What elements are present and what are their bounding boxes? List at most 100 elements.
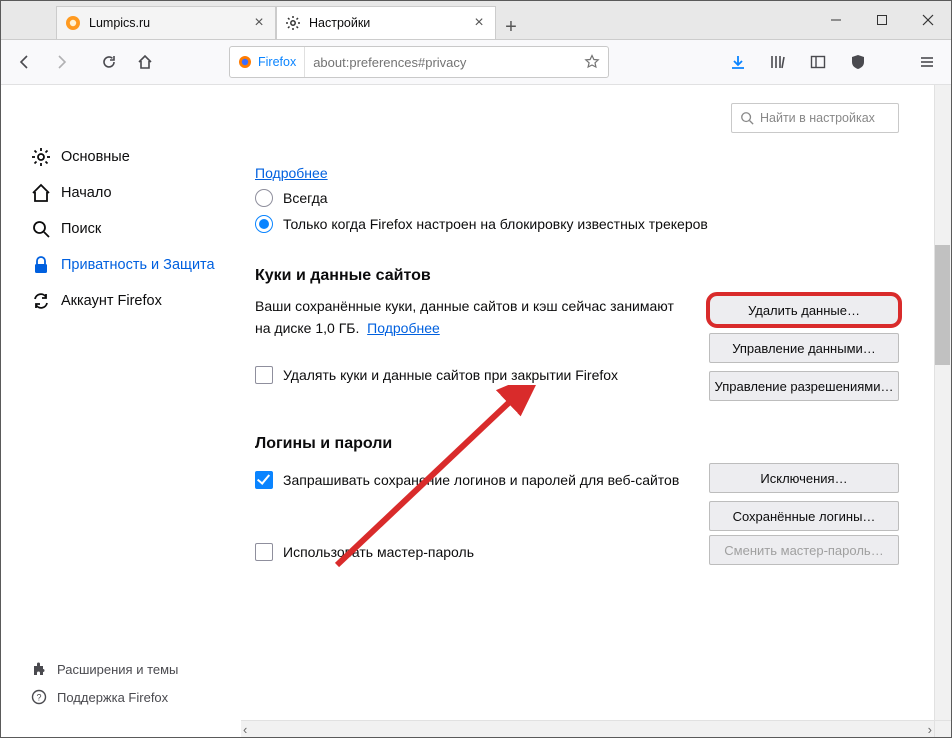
logins-section-title: Логины и пароли (255, 435, 899, 453)
lumpics-favicon-icon (65, 15, 81, 31)
checkbox-icon[interactable] (255, 471, 273, 489)
checkbox-label: Запрашивать сохранение логинов и паролей… (283, 472, 679, 488)
settings-favicon-icon (285, 15, 301, 31)
identity-box[interactable]: Firefox (232, 47, 305, 77)
horizontal-scrollbar[interactable]: ‹ › (241, 720, 934, 737)
sidebar-item-general[interactable]: Основные (1, 139, 241, 175)
url-text: about:preferences#privacy (305, 55, 578, 70)
sync-icon (31, 291, 51, 311)
search-icon (31, 219, 51, 239)
toolbar-right (723, 46, 873, 78)
scrollbar-thumb[interactable] (935, 245, 950, 365)
settings-search-input[interactable]: Найти в настройках (731, 103, 899, 133)
svg-text:?: ? (36, 693, 41, 703)
logins-row1: Запрашивать сохранение логинов и паролей… (255, 463, 899, 531)
radio-icon[interactable] (255, 215, 273, 233)
vertical-scrollbar[interactable] (934, 85, 951, 720)
lock-icon (31, 255, 51, 275)
search-placeholder: Найти в настройках (760, 111, 875, 125)
sidebar-footer-support[interactable]: ? Поддержка Firefox (1, 683, 241, 711)
manage-data-button[interactable]: Управление данными… (709, 333, 899, 363)
radio-always-row[interactable]: Всегда (255, 189, 899, 207)
toolbar: Firefox about:preferences#privacy (1, 40, 951, 85)
tab-label: Lumpics.ru (89, 16, 243, 30)
radio-label: Всегда (283, 190, 328, 206)
ask-save-row[interactable]: Запрашивать сохранение логинов и паролей… (255, 471, 679, 489)
identity-label: Firefox (258, 55, 296, 69)
manage-permissions-button[interactable]: Управление разрешениями… (709, 371, 899, 401)
tab-label: Настройки (309, 16, 463, 30)
logins-row2: Использовать мастер-пароль Сменить масте… (255, 535, 899, 569)
cookies-buttons: Удалить данные… Управление данными… Упра… (709, 295, 899, 401)
bookmark-star-icon[interactable] (578, 54, 606, 70)
change-master-button[interactable]: Сменить мастер-пароль… (709, 535, 899, 565)
titlebar: Lumpics.ru × Настройки × + (1, 1, 951, 40)
radio-label: Только когда Firefox настроен на блокиро… (283, 216, 708, 232)
delete-on-close-row[interactable]: Удалять куки и данные сайтов при закрыти… (255, 366, 689, 384)
use-master-row[interactable]: Использовать мастер-пароль (255, 543, 474, 561)
scroll-left-icon[interactable]: ‹ (243, 722, 247, 737)
back-button[interactable] (9, 46, 41, 78)
forward-button[interactable] (45, 46, 77, 78)
tab-lumpics[interactable]: Lumpics.ru × (56, 6, 276, 39)
sidebar-footer-label: Поддержка Firefox (57, 690, 168, 705)
tab-strip: Lumpics.ru × Настройки × + (1, 1, 813, 39)
reload-button[interactable] (93, 46, 125, 78)
home-icon (31, 183, 51, 203)
learn-more-link[interactable]: Подробнее (255, 165, 328, 181)
exceptions-button[interactable]: Исключения… (709, 463, 899, 493)
sidebar-item-privacy[interactable]: Приватность и Защита (1, 247, 241, 283)
hamburger-menu-button[interactable] (911, 46, 943, 78)
checkbox-label: Использовать мастер-пароль (283, 544, 474, 560)
sidebar-footer-addons[interactable]: Расширения и темы (1, 655, 241, 683)
radio-icon[interactable] (255, 189, 273, 207)
settings-page: Основные Начало Поиск Приватность и Защи… (1, 85, 951, 737)
sidebar-item-label: Начало (61, 185, 112, 201)
scroll-right-icon[interactable]: › (928, 722, 932, 737)
home-button[interactable] (129, 46, 161, 78)
settings-sidebar: Основные Начало Поиск Приватность и Защи… (1, 85, 241, 737)
firefox-window: Lumpics.ru × Настройки × + (0, 0, 952, 738)
clear-data-button[interactable]: Удалить данные… (709, 295, 899, 325)
minimize-button[interactable] (813, 1, 859, 39)
url-bar[interactable]: Firefox about:preferences#privacy (229, 46, 609, 78)
cookies-learn-more-link[interactable]: Подробнее (367, 320, 440, 336)
content-area: Подробнее Всегда Только когда Firefox на… (255, 165, 899, 569)
logins-buttons-2: Сменить мастер-пароль… (709, 535, 899, 565)
cookies-section-title: Куки и данные сайтов (255, 267, 899, 285)
close-tab-icon[interactable]: × (251, 15, 267, 31)
sidebar-item-label: Основные (61, 149, 130, 165)
new-tab-button[interactable]: + (496, 16, 526, 39)
sidebar-item-home[interactable]: Начало (1, 175, 241, 211)
sidebar-toggle-button[interactable] (803, 46, 833, 78)
cookies-row: Ваши сохранённые куки, данные сайтов и к… (255, 295, 899, 401)
puzzle-icon (31, 661, 47, 677)
logins-buttons-1: Исключения… Сохранённые логины… (709, 463, 899, 531)
tab-settings[interactable]: Настройки × (276, 6, 496, 39)
sidebar-item-label: Поиск (61, 221, 101, 237)
maximize-button[interactable] (859, 1, 905, 39)
gear-icon (31, 147, 51, 167)
help-icon: ? (31, 689, 47, 705)
close-tab-icon[interactable]: × (471, 15, 487, 31)
checkbox-label: Удалять куки и данные сайтов при закрыти… (283, 367, 618, 383)
sidebar-item-label: Приватность и Защита (61, 257, 215, 273)
search-icon (740, 111, 754, 125)
sidebar-item-label: Аккаунт Firefox (61, 293, 162, 309)
settings-main: Найти в настройках Подробнее Всегда Толь… (241, 85, 951, 737)
sidebar-item-account[interactable]: Аккаунт Firefox (1, 283, 241, 319)
library-button[interactable] (763, 46, 793, 78)
checkbox-icon[interactable] (255, 366, 273, 384)
checkbox-icon[interactable] (255, 543, 273, 561)
shield-icon[interactable] (843, 46, 873, 78)
downloads-button[interactable] (723, 46, 753, 78)
window-controls (813, 1, 951, 39)
saved-logins-button[interactable]: Сохранённые логины… (709, 501, 899, 531)
sidebar-item-search[interactable]: Поиск (1, 211, 241, 247)
sidebar-footer-label: Расширения и темы (57, 662, 178, 677)
radio-trackers-row[interactable]: Только когда Firefox настроен на блокиро… (255, 215, 899, 233)
scrollbar-corner (934, 720, 951, 737)
close-window-button[interactable] (905, 1, 951, 39)
cookies-description: Ваши сохранённые куки, данные сайтов и к… (255, 295, 689, 340)
firefox-icon (238, 55, 252, 69)
